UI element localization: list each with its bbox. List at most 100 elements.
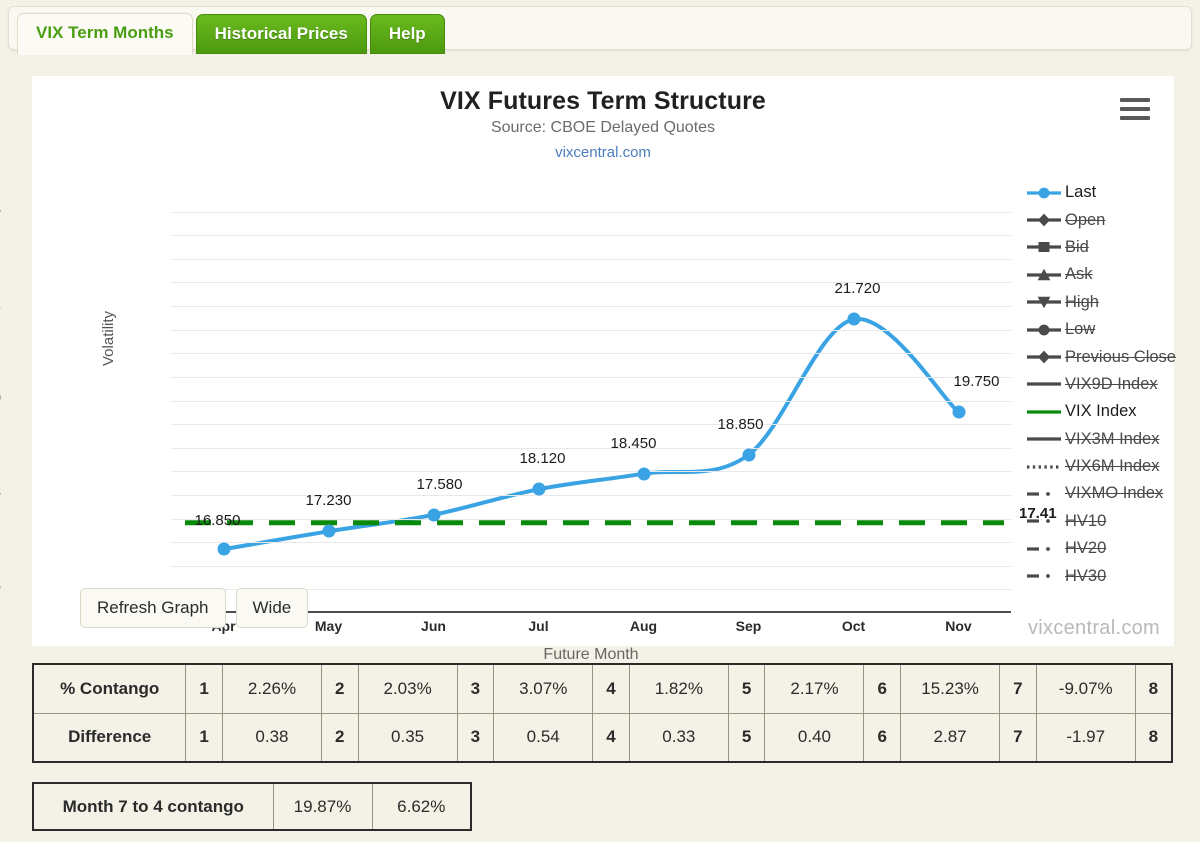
wide-button[interactable]: Wide	[236, 588, 309, 628]
row-header: Difference	[33, 713, 186, 762]
legend-item-bid[interactable]: Bid	[1027, 234, 1200, 261]
legend-item-label: Open	[1065, 211, 1105, 230]
legend-item-vix3m-index[interactable]: VIX3M Index	[1027, 426, 1200, 453]
tab-historical-prices[interactable]: Historical Prices	[196, 14, 367, 54]
data-point-label: 17.230	[306, 492, 352, 509]
x-axis-tick: May	[315, 618, 342, 634]
grid-line	[171, 401, 1011, 402]
legend-item-label: High	[1065, 293, 1099, 312]
grid-line	[171, 519, 1011, 520]
grid-line	[171, 377, 1011, 378]
tab-vix-term-months[interactable]: VIX Term Months	[17, 13, 193, 55]
data-point[interactable]	[532, 483, 545, 496]
contango-value: 0.40	[765, 713, 864, 762]
dashdot-line-icon	[1027, 541, 1061, 557]
data-point-label: 17.580	[417, 476, 463, 493]
grid-line	[171, 353, 1011, 354]
legend-item-high[interactable]: High	[1027, 289, 1200, 316]
legend-item-previous-close[interactable]: Previous Close	[1027, 343, 1200, 370]
legend-item-last[interactable]: Last	[1027, 179, 1200, 206]
data-point[interactable]	[637, 467, 650, 480]
chart-source-link[interactable]: vixcentral.com	[32, 144, 1174, 161]
legend-item-label: HV30	[1065, 567, 1106, 586]
chart-subtitle: Source: CBOE Delayed Quotes	[32, 119, 1174, 137]
month-index: 2	[321, 713, 358, 762]
month-index: 7	[1000, 713, 1037, 762]
diamond-icon	[1027, 212, 1061, 228]
y-axis-tick: 24	[0, 201, 1, 219]
data-point[interactable]	[427, 508, 440, 521]
x-axis-tick: Nov	[945, 618, 971, 634]
legend-item-hv30[interactable]: HV30	[1027, 562, 1200, 589]
legend-item-label: VIX Index	[1065, 402, 1137, 421]
grid-line	[171, 330, 1011, 331]
table-row: Month 7 to 4 contango 19.87% 6.62%	[33, 783, 471, 830]
data-point[interactable]	[217, 543, 230, 556]
legend-item-label: Last	[1065, 183, 1096, 202]
month-index: 4	[593, 664, 630, 713]
month-index: 1	[186, 664, 223, 713]
grid-line	[171, 495, 1011, 496]
table-row: Difference10.3820.3530.5440.3350.4062.87…	[33, 713, 1172, 762]
legend-item-label: VIX6M Index	[1065, 457, 1159, 476]
legend-item-label: Low	[1065, 320, 1095, 339]
grid-line	[171, 235, 1011, 236]
legend-item-low[interactable]: Low	[1027, 316, 1200, 343]
legend-item-open[interactable]: Open	[1027, 206, 1200, 233]
grid-line	[171, 306, 1011, 307]
y-axis-tick: 20	[0, 390, 1, 408]
chart-title: VIX Futures Term Structure	[32, 87, 1174, 116]
contango-value: 15.23%	[901, 664, 1000, 713]
legend-item-vix9d-index[interactable]: VIX9D Index	[1027, 371, 1200, 398]
triangle-up-icon	[1027, 267, 1061, 283]
tab-bar: VIX Term Months Historical Prices Help	[8, 6, 1192, 50]
chart-panel: VIX Futures Term Structure Source: CBOE …	[32, 76, 1174, 646]
legend-item-vixmo-index[interactable]: VIXMO Index	[1027, 480, 1200, 507]
dashdot-line-icon	[1027, 486, 1061, 502]
plot-area: 1618202224AprMayJunJulAugSepOctNov17.411…	[171, 188, 1011, 613]
circle-icon	[1027, 185, 1061, 201]
data-point-label: 21.720	[835, 280, 881, 297]
legend-item-label: Previous Close	[1065, 348, 1176, 367]
month-index: 3	[457, 664, 494, 713]
tab-label: Help	[389, 24, 426, 43]
row-header: % Contango	[33, 664, 186, 713]
grid-line	[171, 542, 1011, 543]
legend-item-label: HV10	[1065, 512, 1106, 531]
legend-item-label: VIX3M Index	[1065, 430, 1159, 449]
legend-item-hv10[interactable]: HV10	[1027, 508, 1200, 535]
grid-line	[171, 471, 1011, 472]
month-7-to-4-contango-table: Month 7 to 4 contango 19.87% 6.62%	[32, 782, 472, 831]
legend-item-hv20[interactable]: HV20	[1027, 535, 1200, 562]
tab-help[interactable]: Help	[370, 14, 445, 54]
legend-item-ask[interactable]: Ask	[1027, 261, 1200, 288]
legend-item-vix6m-index[interactable]: VIX6M Index	[1027, 453, 1200, 480]
contango-value: 2.87	[901, 713, 1000, 762]
x-axis-tick: Jun	[421, 618, 446, 634]
x-axis-label: Future Month	[171, 646, 1011, 664]
chart-button-row: Refresh Graph Wide	[80, 588, 308, 628]
refresh-graph-button[interactable]: Refresh Graph	[80, 588, 226, 628]
contango-value: 0.54	[494, 713, 593, 762]
contango-table: % Contango12.26%22.03%33.07%41.82%52.17%…	[32, 663, 1173, 763]
solid-line-icon	[1027, 431, 1061, 447]
data-point[interactable]	[742, 448, 755, 461]
contango-value: -9.07%	[1036, 664, 1135, 713]
legend-item-label: VIX9D Index	[1065, 375, 1158, 394]
grid-line	[171, 212, 1011, 213]
chart-legend: Last Open BidAsk High Low Previous Close VIX9D…	[1027, 179, 1200, 590]
month-index: 5	[728, 713, 765, 762]
contango-value: 2.17%	[765, 664, 864, 713]
data-point[interactable]	[322, 525, 335, 538]
month-index: 2	[321, 664, 358, 713]
legend-item-label: VIXMO Index	[1065, 484, 1163, 503]
legend-item-vix-index[interactable]: VIX Index	[1027, 398, 1200, 425]
data-point[interactable]	[952, 406, 965, 419]
contango-value: 2.26%	[222, 664, 321, 713]
grid-line	[171, 566, 1011, 567]
data-point[interactable]	[847, 313, 860, 326]
contango-value: 0.35	[358, 713, 457, 762]
x-axis-tick: Sep	[736, 618, 762, 634]
month-index: 8	[1135, 664, 1172, 713]
dotted-line-icon	[1027, 459, 1061, 475]
